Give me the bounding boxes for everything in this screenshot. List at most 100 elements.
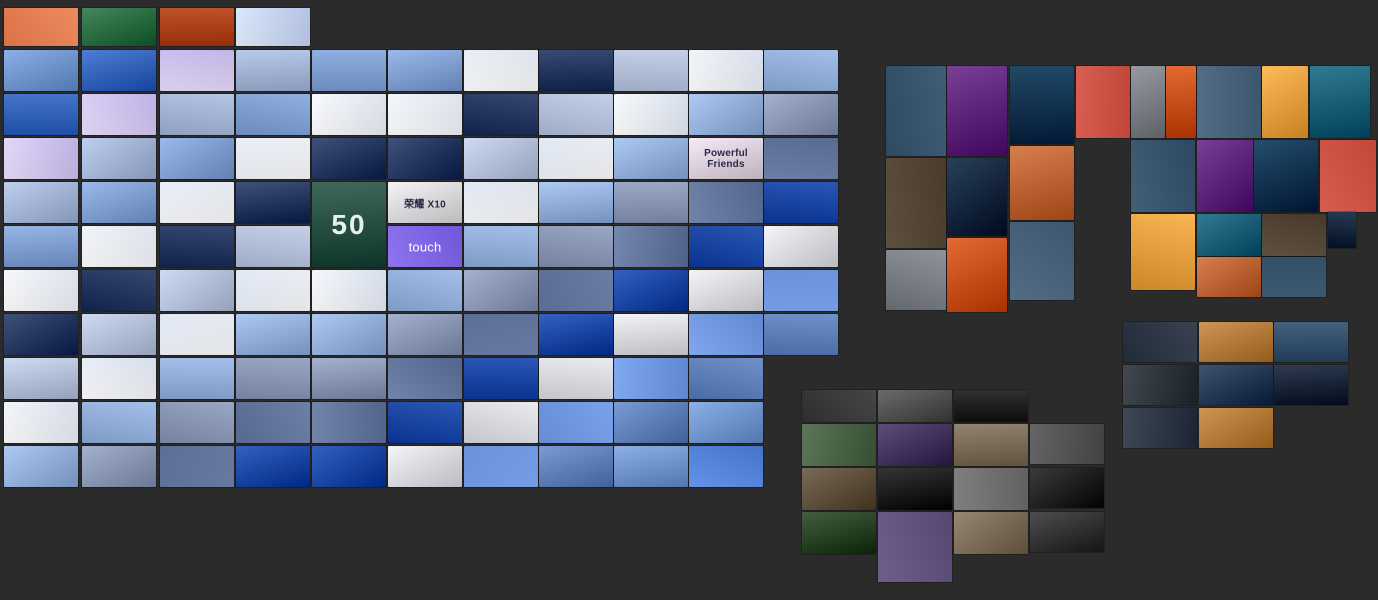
- thumbnail-image[interactable]: [1010, 66, 1074, 144]
- thumbnail-image[interactable]: [1030, 468, 1104, 508]
- thumbnail-image[interactable]: [1262, 214, 1326, 256]
- thumbnail-image[interactable]: [236, 182, 310, 223]
- thumbnail-image[interactable]: [954, 512, 1028, 554]
- thumbnail-image[interactable]: [312, 314, 386, 355]
- thumbnail-image[interactable]: [82, 314, 156, 355]
- thumbnail-image[interactable]: [312, 138, 386, 179]
- thumbnail-image[interactable]: [388, 446, 462, 487]
- thumbnail-image[interactable]: [464, 182, 538, 223]
- thumbnail-image[interactable]: [802, 424, 876, 466]
- thumbnail-image[interactable]: [539, 226, 613, 267]
- thumbnail-image[interactable]: [539, 270, 613, 311]
- thumbnail-image[interactable]: [539, 182, 613, 223]
- thumbnail-image[interactable]: [312, 270, 386, 311]
- thumbnail-image[interactable]: [1274, 365, 1348, 405]
- thumbnail-image[interactable]: [689, 446, 763, 487]
- thumbnail-image[interactable]: [312, 94, 386, 135]
- thumbnail-image[interactable]: [464, 50, 538, 91]
- thumbnail-image[interactable]: [4, 314, 78, 355]
- thumbnail-image[interactable]: [4, 226, 78, 267]
- thumbnail-image[interactable]: [464, 314, 538, 355]
- thumbnail-image[interactable]: [764, 314, 838, 355]
- thumbnail-image[interactable]: [82, 8, 156, 46]
- thumbnail-image[interactable]: [388, 138, 462, 179]
- thumbnail-image[interactable]: [1131, 66, 1165, 138]
- thumbnail-image[interactable]: [464, 402, 538, 443]
- thumbnail-image[interactable]: [539, 314, 613, 355]
- thumbnail-image[interactable]: [539, 94, 613, 135]
- thumbnail-image[interactable]: [464, 358, 538, 399]
- thumbnail-image[interactable]: [1199, 365, 1273, 405]
- thumbnail-image[interactable]: [689, 358, 763, 399]
- thumbnail-image[interactable]: [614, 94, 688, 135]
- thumbnail-image[interactable]: [886, 250, 946, 310]
- thumb-50[interactable]: 50: [312, 182, 386, 267]
- thumbnail-image[interactable]: [802, 512, 876, 554]
- thumbnail-image[interactable]: [614, 402, 688, 443]
- thumbnail-image[interactable]: [954, 390, 1028, 422]
- thumbnail-image[interactable]: [82, 138, 156, 179]
- thumbnail-image[interactable]: [886, 66, 946, 156]
- thumbnail-image[interactable]: [689, 402, 763, 443]
- thumbnail-image[interactable]: [689, 314, 763, 355]
- thumbnail-image[interactable]: [82, 446, 156, 487]
- thumbnail-image[interactable]: [1131, 140, 1195, 212]
- thumbnail-image[interactable]: [312, 402, 386, 443]
- thumbnail-image[interactable]: [1328, 212, 1356, 248]
- thumbnail-image[interactable]: [614, 446, 688, 487]
- thumbnail-image[interactable]: [4, 446, 78, 487]
- thumbnail-image[interactable]: [82, 226, 156, 267]
- thumbnail-image[interactable]: [689, 50, 763, 91]
- thumbnail-image[interactable]: [236, 94, 310, 135]
- thumbnail-image[interactable]: [160, 8, 234, 46]
- thumbnail-image[interactable]: [954, 424, 1028, 466]
- thumbnail-image[interactable]: [4, 270, 78, 311]
- thumbnail-image[interactable]: [160, 270, 234, 311]
- thumbnail-image[interactable]: [236, 8, 310, 46]
- thumbnail-image[interactable]: [539, 358, 613, 399]
- thumbnail-image[interactable]: [236, 50, 310, 91]
- thumbnail-image[interactable]: [1199, 408, 1273, 448]
- thumbnail-image[interactable]: [947, 238, 1007, 312]
- thumbnail-image[interactable]: [689, 182, 763, 223]
- thumbnail-image[interactable]: [388, 270, 462, 311]
- thumbnail-image[interactable]: [878, 424, 952, 466]
- thumbnail-image[interactable]: [1166, 66, 1196, 138]
- thumbnail-image[interactable]: [312, 50, 386, 91]
- thumbnail-image[interactable]: [1131, 214, 1195, 290]
- thumbnail-image[interactable]: [4, 402, 78, 443]
- thumbnail-image[interactable]: [1274, 322, 1348, 362]
- thumbnail-image[interactable]: [1010, 146, 1074, 220]
- thumbnail-image[interactable]: [236, 226, 310, 267]
- thumbnail-image[interactable]: [4, 50, 78, 91]
- thumbnail-image[interactable]: [764, 94, 838, 135]
- thumbnail-image[interactable]: [160, 50, 234, 91]
- thumbnail-image[interactable]: [689, 94, 763, 135]
- thumbnail-image[interactable]: [539, 138, 613, 179]
- thumbnail-image[interactable]: [312, 358, 386, 399]
- thumbnail-image[interactable]: [1310, 66, 1370, 138]
- thumbnail-image[interactable]: [614, 358, 688, 399]
- thumbnail-image[interactable]: [614, 226, 688, 267]
- thumbnail-image[interactable]: [1197, 140, 1253, 212]
- thumbnail-image[interactable]: [1320, 140, 1376, 212]
- thumbnail-image[interactable]: [1262, 257, 1326, 297]
- thumbnail-image[interactable]: [82, 94, 156, 135]
- thumbnail-image[interactable]: [689, 270, 763, 311]
- thumbnail-image[interactable]: [388, 314, 462, 355]
- thumbnail-image[interactable]: [1197, 214, 1261, 256]
- thumbnail-image[interactable]: [1123, 322, 1197, 362]
- thumbnail-image[interactable]: [1262, 66, 1308, 138]
- thumbnail-image[interactable]: [160, 226, 234, 267]
- thumb-powerful-friends[interactable]: Powerful Friends: [689, 138, 763, 179]
- thumbnail-image[interactable]: [388, 94, 462, 135]
- thumbnail-image[interactable]: [614, 138, 688, 179]
- thumbnail-image[interactable]: [464, 138, 538, 179]
- thumbnail-image[interactable]: [464, 226, 538, 267]
- thumbnail-image[interactable]: [160, 358, 234, 399]
- thumbnail-image[interactable]: [4, 8, 78, 46]
- thumbnail-image[interactable]: [1197, 257, 1261, 297]
- thumbnail-image[interactable]: [82, 402, 156, 443]
- thumbnail-image[interactable]: [160, 94, 234, 135]
- thumbnail-image[interactable]: [614, 314, 688, 355]
